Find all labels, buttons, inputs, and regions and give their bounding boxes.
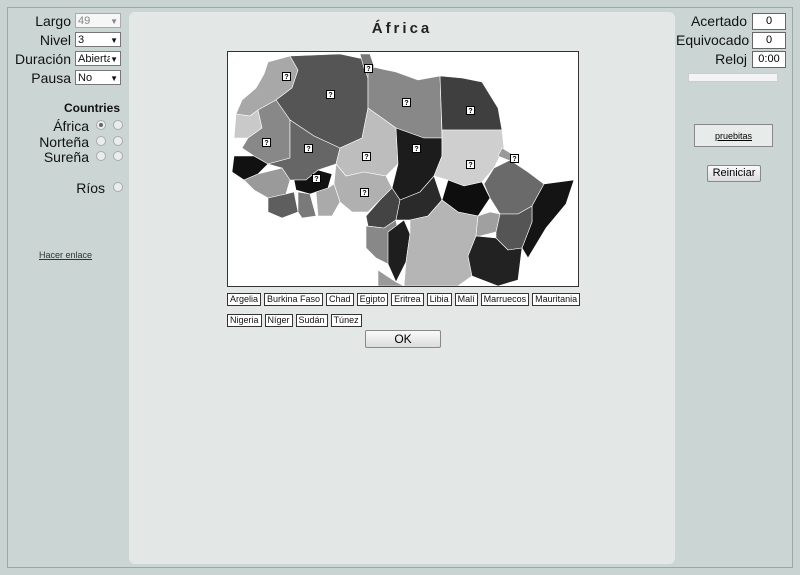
page-title: África	[371, 20, 433, 37]
acertado-label: Acertado	[690, 13, 747, 29]
pausa-label: Pausa	[31, 70, 71, 86]
largo-label: Largo	[35, 13, 71, 29]
region-marker[interactable]: ?	[282, 72, 291, 81]
main-panel: África ? ? ? ? ? ? ? ? ? ? ? ? ? Argelia…	[129, 12, 675, 564]
radio-surena-left[interactable]	[96, 151, 106, 161]
radio-africa-right[interactable]	[113, 120, 123, 130]
region-marker[interactable]: ?	[412, 144, 421, 153]
equivocado-label: Equivocado	[676, 32, 750, 48]
duracion-select[interactable]: Abierta ▼	[75, 51, 121, 66]
answer-chip[interactable]: Eritrea	[391, 293, 424, 306]
duracion-label: Duración	[14, 51, 71, 67]
option-africa-label: África	[53, 118, 89, 134]
answer-chip[interactable]: Mauritania	[532, 293, 581, 306]
reloj-value: 0:00	[752, 51, 786, 68]
answer-chip[interactable]: Chad	[326, 293, 354, 306]
equivocado-value: 0	[752, 32, 786, 49]
answer-chip[interactable]: Libia	[426, 293, 452, 306]
map-svg	[231, 53, 575, 286]
answer-chip[interactable]: Burkina Faso	[264, 293, 324, 306]
chevron-down-icon: ▼	[110, 52, 118, 65]
region-marker[interactable]: ?	[510, 154, 519, 163]
radio-nortena-left[interactable]	[96, 136, 106, 146]
countries-heading: Countries	[63, 101, 120, 115]
largo-select[interactable]: 49 ▼	[75, 13, 121, 28]
option-nortena-label: Norteña	[39, 134, 89, 150]
answer-chip[interactable]: Túnez	[330, 314, 362, 327]
answer-chip[interactable]: Marruecos	[480, 293, 530, 306]
pruebitas-link[interactable]: pruebitas	[694, 124, 773, 147]
radio-africa-left[interactable]	[96, 120, 106, 130]
hacer-enlace-link[interactable]: Hacer enlace	[39, 250, 92, 260]
region-marker[interactable]: ?	[466, 160, 475, 169]
answer-chips: Argelia Burkina Faso Chad Egipto Eritrea Libi…	[227, 289, 587, 331]
ok-button[interactable]: OK	[365, 330, 441, 348]
rios-label: Ríos	[76, 180, 105, 196]
progress-bar	[688, 73, 778, 82]
region-marker[interactable]: ?	[304, 144, 313, 153]
answer-chip[interactable]: Sudán	[295, 314, 328, 327]
answer-chip[interactable]: Egipto	[356, 293, 389, 306]
region-marker[interactable]: ?	[364, 64, 373, 73]
option-surena-label: Sureña	[43, 149, 89, 165]
pausa-select[interactable]: No ▼	[75, 70, 121, 85]
answer-chip[interactable]: Argelia	[227, 293, 262, 306]
region-marker[interactable]: ?	[262, 138, 271, 147]
region-marker[interactable]: ?	[466, 106, 475, 115]
radio-surena-right[interactable]	[113, 151, 123, 161]
region-marker[interactable]: ?	[402, 98, 411, 107]
radio-nortena-right[interactable]	[113, 136, 123, 146]
chevron-down-icon: ▼	[110, 17, 118, 26]
answer-chip[interactable]: Nigeria	[227, 314, 262, 327]
chevron-down-icon: ▼	[110, 74, 118, 83]
acertado-value: 0	[752, 13, 786, 30]
region-marker[interactable]: ?	[362, 152, 371, 161]
chevron-down-icon: ▼	[110, 36, 118, 45]
answer-chip[interactable]: Níger	[264, 314, 293, 327]
region-egipto[interactable]	[439, 75, 503, 131]
region-ghana[interactable]	[297, 191, 317, 219]
radio-rios[interactable]	[113, 182, 123, 192]
reiniciar-button[interactable]: Reiniciar	[707, 165, 761, 182]
reloj-label: Reloj	[715, 51, 747, 67]
region-marker[interactable]: ?	[360, 188, 369, 197]
africa-map[interactable]: ? ? ? ? ? ? ? ? ? ? ? ? ?	[227, 51, 579, 287]
nivel-select[interactable]: 3 ▼	[75, 32, 121, 47]
nivel-label: Nivel	[39, 32, 71, 48]
region-marker[interactable]: ?	[326, 90, 335, 99]
region-marker[interactable]: ?	[312, 174, 321, 183]
answer-chip[interactable]: Malí	[454, 293, 478, 306]
